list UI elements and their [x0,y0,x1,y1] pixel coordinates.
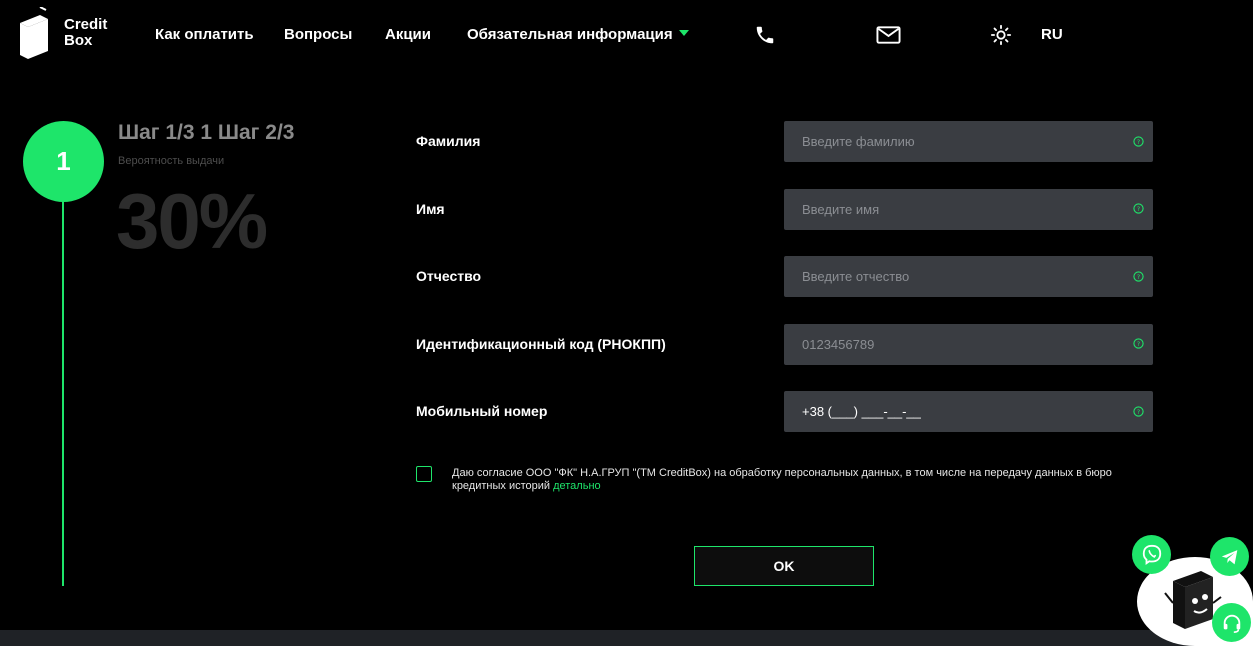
tax-id-input[interactable] [784,324,1153,365]
footer-bar [0,630,1253,646]
svg-text:?: ? [1137,138,1140,146]
phone-input[interactable] [784,391,1153,432]
last-name-label: Фамилия [416,133,481,149]
svg-text:?: ? [1137,205,1140,213]
patronymic-input[interactable] [784,256,1153,297]
consent-details-link[interactable]: детально [553,480,601,492]
consent-body: Даю согласие ООО "ФК" Н.А.ГРУП "(ТМ Cred… [452,467,1112,492]
tax-id-label: Идентификационный код (РНОКПП) [416,336,666,352]
last-name-input[interactable] [784,121,1153,162]
language-switch[interactable]: RU [1041,26,1063,43]
help-icon[interactable]: ? [1133,203,1144,214]
viber-button[interactable] [1132,535,1171,574]
caret-down-icon [678,30,689,36]
first-name-input[interactable] [784,189,1153,230]
mail-icon[interactable] [876,24,901,46]
svg-text:?: ? [1137,408,1140,416]
telegram-icon [1221,549,1237,564]
nav-mandatory-info[interactable]: Обязательная информация [467,26,689,43]
nav-questions[interactable]: Вопросы [284,26,352,43]
phone-label: Мобильный номер [416,403,548,419]
telegram-button[interactable] [1210,537,1249,576]
nav-how-to-pay[interactable]: Как оплатить [155,26,254,43]
help-icon[interactable]: ? [1133,406,1144,417]
first-name-label: Имя [416,201,445,217]
help-icon[interactable]: ? [1133,338,1144,349]
logo[interactable]: Credit Box [18,7,118,61]
help-icon[interactable]: ? [1133,136,1144,147]
nav-mandatory-info-label: Обязательная информация [467,26,673,43]
step-title: Шаг 1/3 1 Шаг 2/3 [118,121,295,144]
svg-text:?: ? [1137,340,1140,348]
sun-icon[interactable] [990,24,1012,46]
consent-text: Даю согласие ООО "ФК" Н.А.ГРУП "(ТМ Cred… [452,467,1142,493]
logo-cube-icon [20,7,48,59]
header: Credit Box Как оплатить Вопросы Акции Об… [0,0,1253,70]
step-progress-line [62,200,64,586]
viber-icon [1142,544,1161,565]
nav-promotions[interactable]: Акции [385,26,431,43]
probability-value: 30% [116,177,268,265]
submit-button[interactable]: OK [694,546,874,586]
phone-icon[interactable] [754,24,776,46]
consent-checkbox[interactable] [416,466,432,482]
support-button[interactable] [1212,603,1251,642]
logo-text: Credit Box [64,16,108,49]
headset-icon [1223,614,1240,633]
step-indicator: 1 [23,121,104,202]
svg-text:?: ? [1137,273,1140,281]
help-icon[interactable]: ? [1133,271,1144,282]
patronymic-label: Отчество [416,268,482,284]
probability-label: Вероятность выдачи [118,155,225,167]
